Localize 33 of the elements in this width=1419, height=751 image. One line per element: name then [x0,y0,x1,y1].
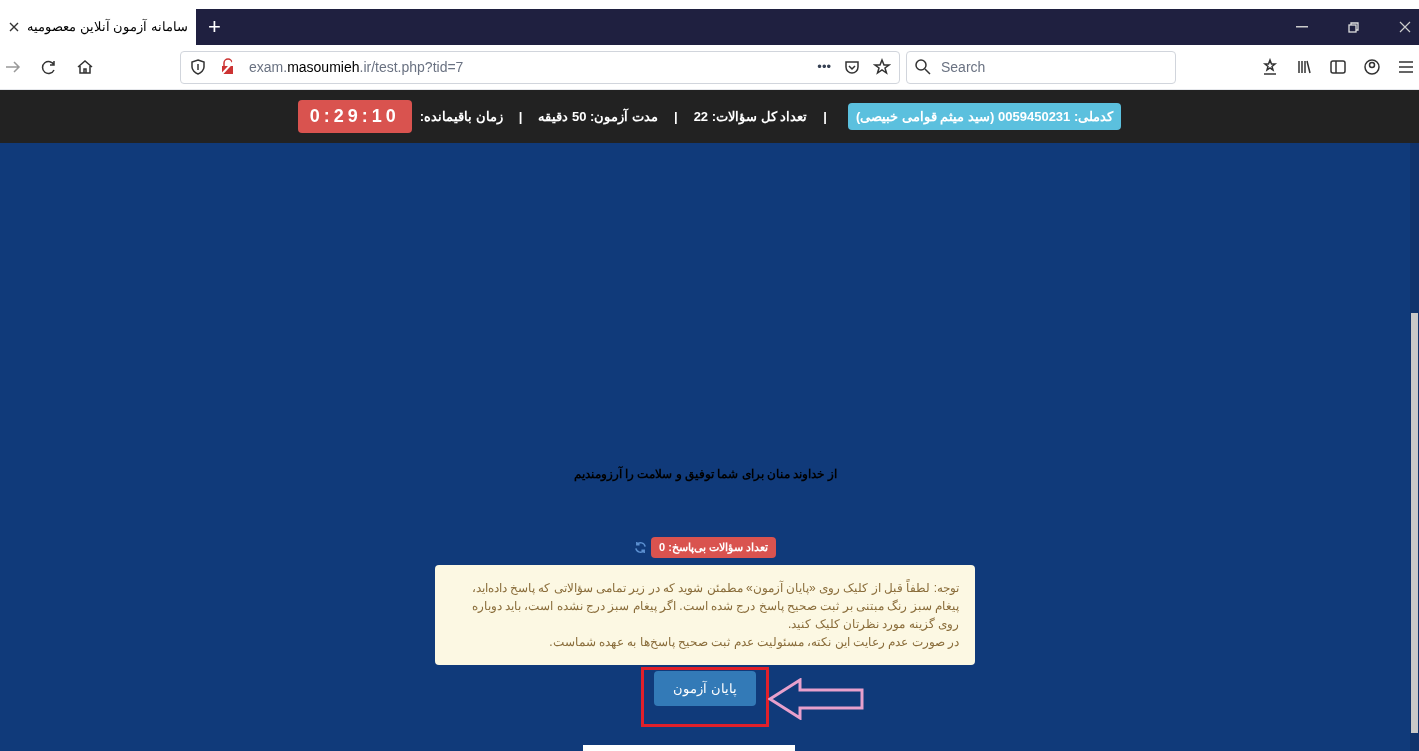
separator-text: | [674,107,678,126]
page-actions-button[interactable]: ••• [817,57,831,77]
notice-text: در صورت عدم رعایت این نکته، مسئولیت عدم ثبت صحیح پاسخ‌ها به عهده شماست. [548,633,959,651]
separator-text: | [518,107,523,126]
finish-exam-button[interactable]: پایان آزمون [654,670,756,706]
refresh-icon[interactable] [634,540,647,554]
greeting-text: از خداوند منان برای شما توفیق و سلامت را آرزومندیم [573,465,837,483]
star-icon[interactable] [873,58,891,76]
address-url[interactable]: exam.masoumieh.ir/test.php?tid=7 [249,56,806,78]
menu-icon[interactable] [1397,58,1415,76]
separator-text: | [823,107,827,126]
restore-icon[interactable] [1348,21,1359,33]
notice-text: توجه: لطفاً قبل از کلیک روی «پایان آزمون» مطمئن شوید که در زیر تمامی سؤالاتی که پاسخ داده‌اید، پیغام سبز رنگ مبتنی بر ثبت صحیح پاسخ درج شده است. اگر پیغام سبز درج نشده است، باید دوباره روی گزینه مورد نظرتان کلیک کنید. [470,578,959,633]
student-badge: کدملی: 0059450231 (سید میثم قوامی خبیصی) [847,102,1122,131]
pocket-icon[interactable] [843,58,861,76]
new-tab-button[interactable]: + [208,16,221,38]
header-info: مدت آزمون: 50 دقیقه [538,107,658,127]
search-icon[interactable] [914,57,932,76]
search-field[interactable]: Search [906,50,1176,84]
account-icon[interactable] [1363,58,1381,76]
timer-badge: 0:29:10 [297,100,412,133]
home-icon[interactable] [76,58,94,76]
library-icon[interactable] [1295,58,1313,76]
minimize-icon[interactable] [1296,26,1308,28]
star-tray-icon[interactable] [1261,58,1279,76]
reload-icon[interactable] [40,58,58,76]
header-info: زمان باقیمانده: [419,107,503,127]
header-info: تعداد کل سؤالات: 22 [693,107,808,127]
sidebar-icon[interactable] [1329,58,1347,76]
close-icon[interactable] [9,22,20,32]
browser-tab[interactable]: سامانه آزمون آنلاین معصومیه [0,9,196,45]
unanswered-count-badge: تعداد سؤالات بی‌پاسخ: 0 [651,537,776,558]
shield-icon[interactable] [189,58,207,76]
